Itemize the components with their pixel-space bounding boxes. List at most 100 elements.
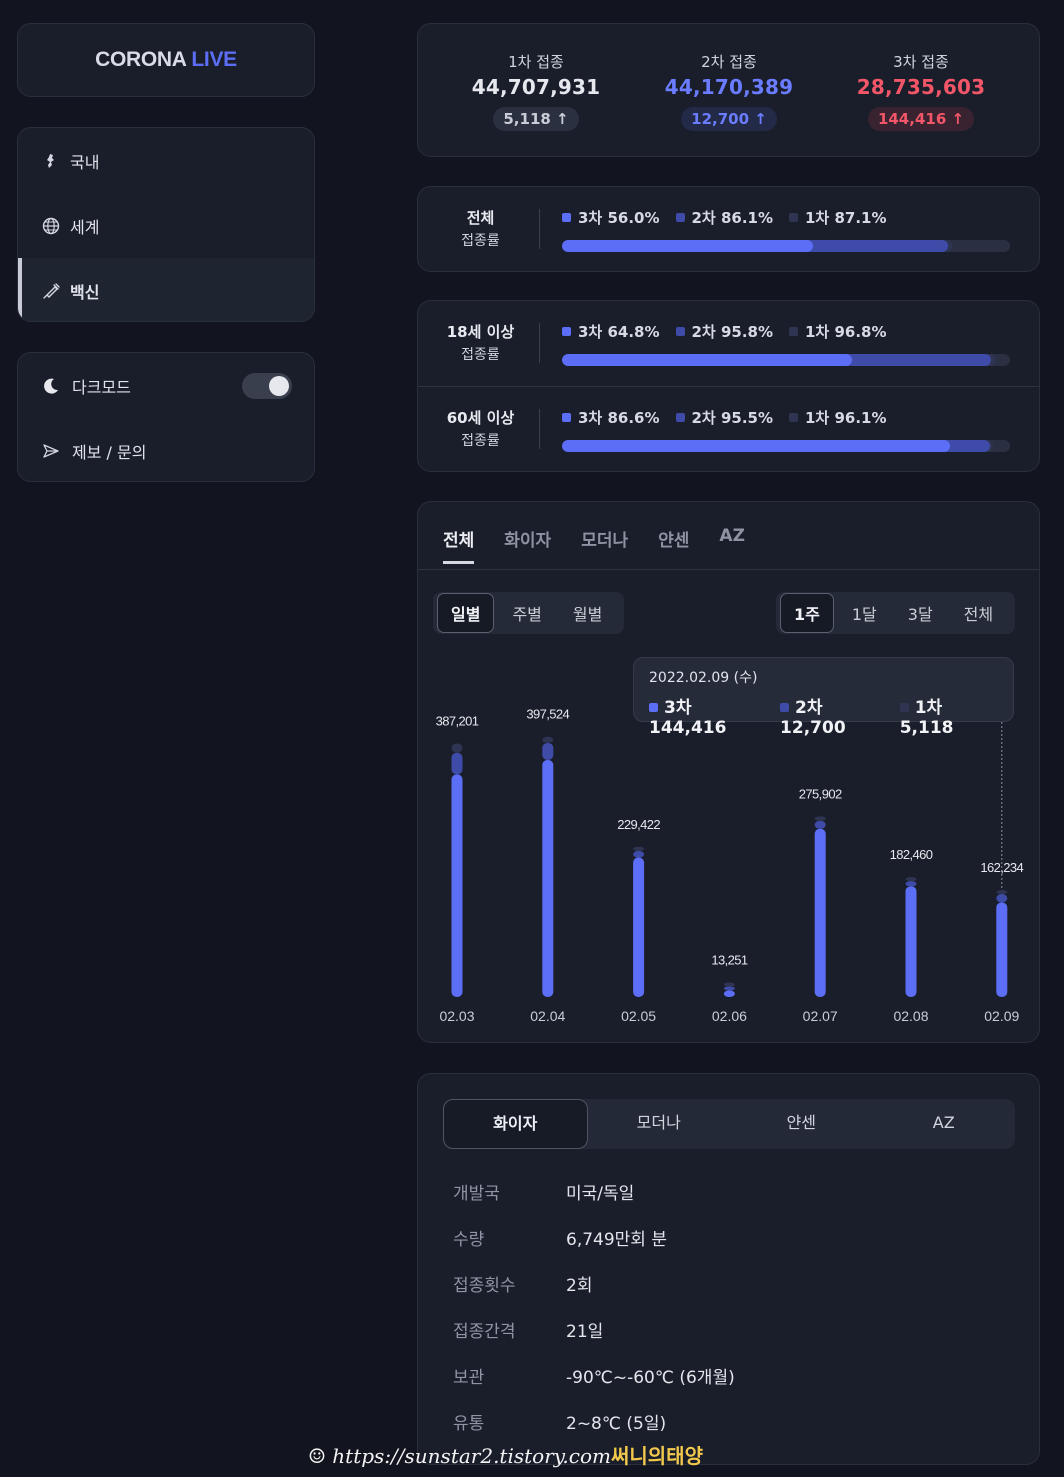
vaccine-tab-az[interactable]: AZ <box>873 1099 1016 1149</box>
sidebar-item-vaccine[interactable]: 백신 <box>18 258 314 321</box>
info-value: 미국/독일 <box>566 1184 635 1204</box>
stat-third-dose: 3차 접종 28,735,603 144,416 ↑ <box>821 24 1021 131</box>
sidebar-nav: 국내 세계 백신 <box>17 127 315 322</box>
info-value: 2~8℃ (5일) <box>566 1414 667 1434</box>
data-label: 13,251 <box>711 952 748 967</box>
legend-dot <box>562 327 571 336</box>
rate-title-sub: 접종률 <box>461 433 500 449</box>
syringe-icon <box>42 282 60 300</box>
x-tick-label: 02.03 <box>439 1008 474 1024</box>
legend-dot <box>675 213 685 222</box>
legend-dot <box>562 213 571 222</box>
bar-second-02.03 <box>451 752 463 775</box>
legend-third-text: 3차 56.0% <box>578 209 660 227</box>
rate-row: 18세 이상 접종률 3차 64.8% 2차 95.8% 1차 96.8% <box>418 301 1039 387</box>
bar-first-02.08 <box>905 877 917 882</box>
info-key: 수량 <box>453 1230 485 1250</box>
brand-logo[interactable]: CORONA LIVE <box>95 48 237 72</box>
bar-first-02.07 <box>814 816 826 821</box>
bar-third-02.04 <box>542 759 554 997</box>
contact-link[interactable]: 제보 / 문의 <box>18 418 314 483</box>
rate-title-sub: 접종률 <box>461 347 500 363</box>
vaccine-info-card: 화이자 모더나 얀센 AZ 개발국 미국/독일 수량 6,749만회 분 접종횟수 2… <box>417 1073 1040 1465</box>
sidebar-item-label: 국내 <box>70 152 100 172</box>
sidebar-item-domestic[interactable]: 국내 <box>18 128 314 193</box>
info-value: 2회 <box>566 1276 593 1296</box>
info-key: 보관 <box>453 1368 485 1388</box>
info-key: 접종간격 <box>453 1322 516 1342</box>
legend-second: 2차 95.8% <box>675 321 773 342</box>
rate-card-total: 전체 접종률 3차 56.0% 2차 86.1% 1차 87.1% <box>417 186 1040 272</box>
sidebar-item-label: 세계 <box>70 217 100 237</box>
info-value: -90℃~-60℃ (6개월) <box>566 1368 735 1388</box>
sidebar-item-world[interactable]: 세계 <box>18 193 314 258</box>
data-label: 229,422 <box>617 817 660 832</box>
info-row-doses: 접종횟수 2회 <box>453 1271 592 1296</box>
divider <box>539 209 540 249</box>
bar-second-02.04 <box>542 742 554 760</box>
vaccination-stats: 1차 접종 44,707,931 5,118 ↑ 2차 접종 44,170,38… <box>417 23 1040 157</box>
vaccine-tab-moderna[interactable]: 모더나 <box>588 1099 731 1149</box>
rate-title-main: 전체 <box>466 209 495 227</box>
legend-second: 2차 95.5% <box>675 407 774 428</box>
data-label: 397,524 <box>526 707 569 722</box>
sidebar-settings: 다크모드 제보 / 문의 <box>17 352 315 482</box>
darkmode-toggle[interactable] <box>242 373 292 399</box>
contact-label: 제보 / 문의 <box>72 442 147 462</box>
legend-dot <box>562 413 571 422</box>
brand-part2: LIVE <box>191 48 237 71</box>
data-label: 182,460 <box>890 847 933 862</box>
watermark: ☺ https://sunstar2.tistory.com써니의태양 <box>308 1440 703 1469</box>
tooltip-third: 3차 144,416 <box>649 693 770 738</box>
divider <box>539 409 540 449</box>
progress-bar <box>562 440 1010 452</box>
rate-title: 60세 이상 접종률 <box>418 407 543 453</box>
stat-label: 1차 접종 <box>508 53 564 71</box>
x-tick-label: 02.09 <box>984 1008 1019 1024</box>
x-tick-label: 02.07 <box>803 1008 838 1024</box>
legend-second-text: 2차 95.5% <box>691 409 774 427</box>
korea-map-icon <box>42 152 60 170</box>
info-row-origin: 개발국 미국/독일 <box>453 1179 634 1204</box>
legend-third: 3차 56.0% <box>562 207 660 228</box>
legend-third: 3차 64.8% <box>562 321 660 342</box>
legend-dot <box>899 703 909 712</box>
legend-second: 2차 86.1% <box>675 207 773 228</box>
stat-delta-badge: 5,118 ↑ <box>493 107 579 131</box>
rate-card-age: 18세 이상 접종률 3차 64.8% 2차 95.8% 1차 96.8% 60… <box>417 300 1040 472</box>
smile-icon: ☺ <box>308 1444 326 1468</box>
bar-third-02.09 <box>996 902 1008 997</box>
stat-label: 2차 접종 <box>701 53 757 71</box>
vaccine-tabs: 화이자 모더나 얀센 AZ <box>443 1099 1015 1149</box>
stat-delta-badge: 144,416 ↑ <box>867 107 975 131</box>
legend-third-text: 3차 86.6% <box>578 409 660 427</box>
darkmode-label: 다크모드 <box>72 377 131 397</box>
bar-first-02.04 <box>542 736 554 743</box>
darkmode-row: 다크모드 <box>18 353 314 418</box>
x-tick-label: 02.04 <box>530 1008 565 1024</box>
info-key: 접종횟수 <box>453 1276 516 1296</box>
bar-first-02.05 <box>633 846 645 851</box>
info-value: 6,749만회 분 <box>566 1230 667 1250</box>
rate-title: 전체 접종률 <box>418 207 543 253</box>
x-tick-label: 02.05 <box>621 1008 656 1024</box>
bar-third-dose <box>562 240 813 252</box>
rate-title-main: 18세 이상 <box>446 323 515 341</box>
legend-first-text: 1차 96.1% <box>805 409 887 427</box>
stat-delta-badge: 12,700 ↑ <box>681 107 777 131</box>
data-label: 387,201 <box>436 713 479 728</box>
bar-third-02.08 <box>905 886 917 997</box>
info-key: 유통 <box>453 1414 485 1434</box>
bar-first-02.09 <box>996 890 1008 895</box>
legend-third-text: 3차 64.8% <box>578 323 660 341</box>
bar-third-dose <box>562 440 950 452</box>
x-tick-label: 02.08 <box>893 1008 928 1024</box>
logo-card[interactable]: CORONA LIVE <box>17 23 315 97</box>
rate-row: 전체 접종률 3차 56.0% 2차 86.1% 1차 87.1% <box>418 187 1039 273</box>
vaccine-tab-pfizer[interactable]: 화이자 <box>443 1099 588 1149</box>
vaccine-tab-janssen[interactable]: 얀센 <box>730 1099 873 1149</box>
tooltip-second: 2차 12,700 <box>780 693 890 738</box>
legend-dot <box>675 327 685 336</box>
legend-first: 1차 87.1% <box>789 207 887 228</box>
info-row-storage: 보관 -90℃~-60℃ (6개월) <box>453 1363 735 1388</box>
